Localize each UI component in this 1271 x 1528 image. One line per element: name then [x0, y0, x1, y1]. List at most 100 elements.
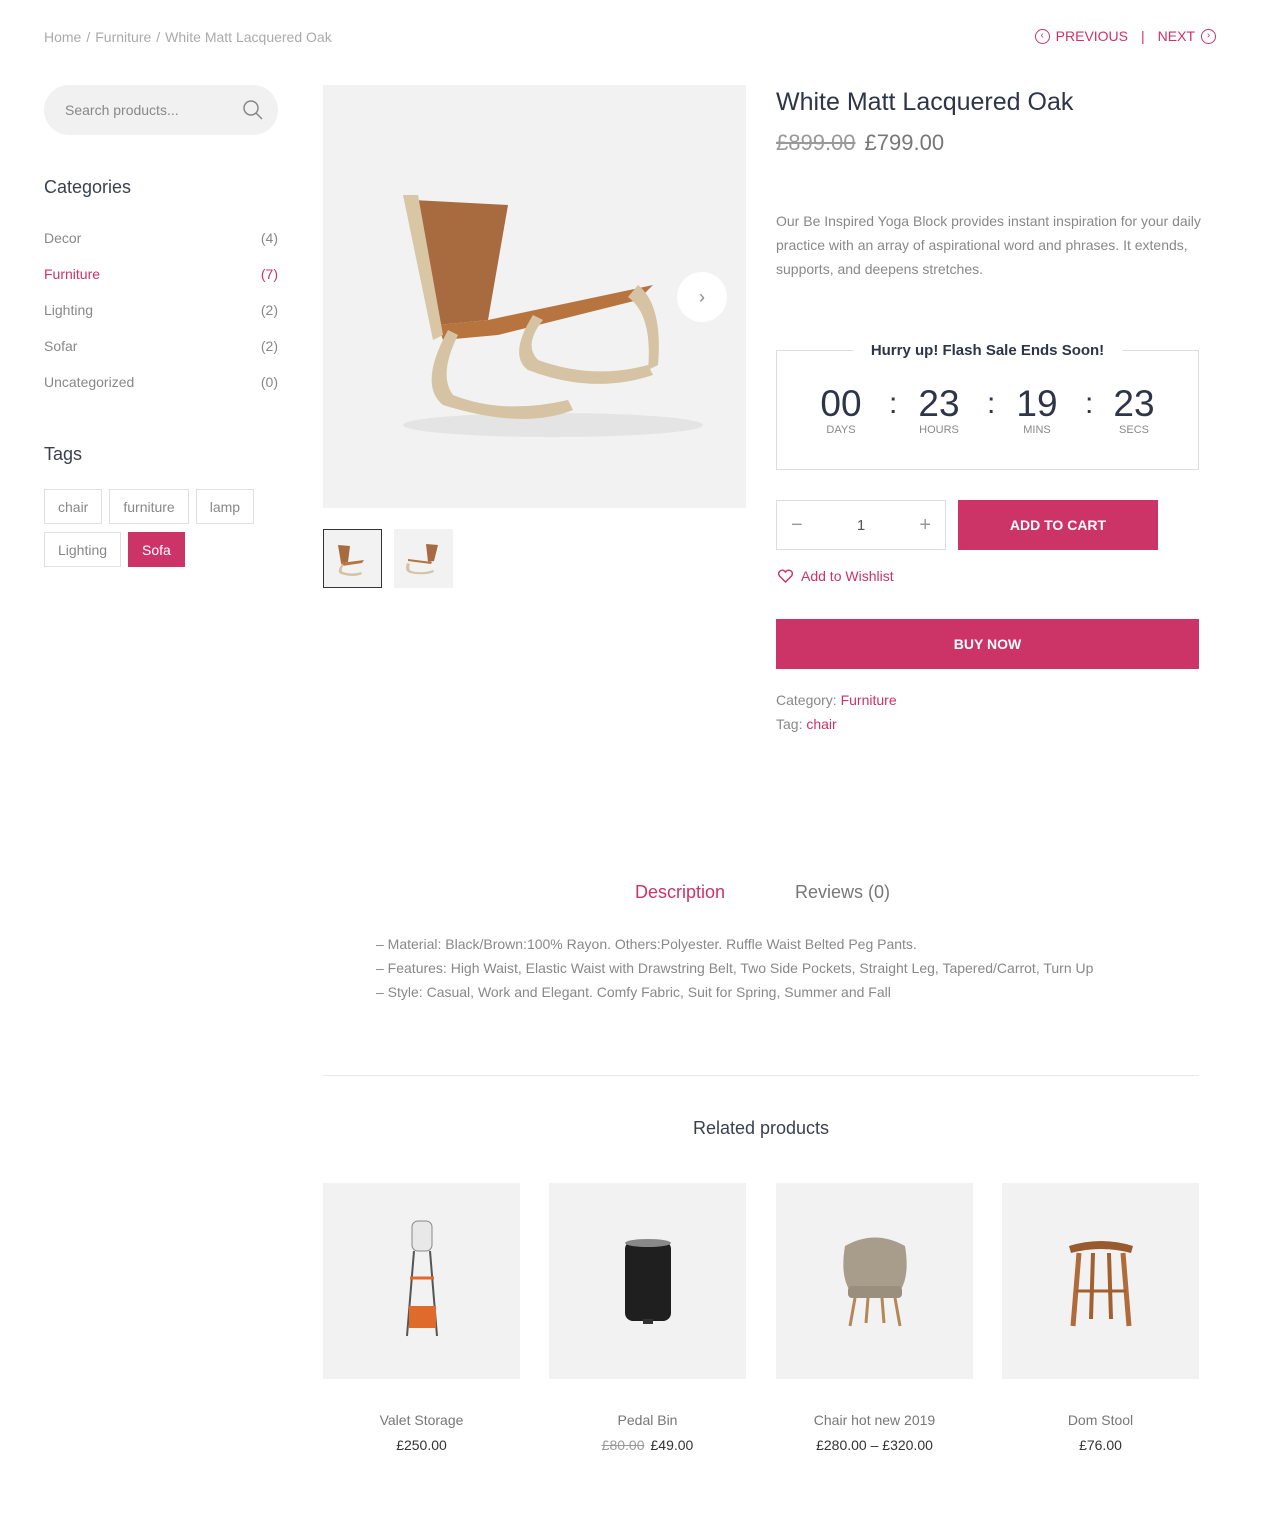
- categories-title: Categories: [44, 177, 132, 197]
- category-item-lighting[interactable]: Lighting (2): [44, 302, 278, 338]
- tag-sofa[interactable]: Sofa: [128, 532, 185, 567]
- breadcrumb-category-link[interactable]: Furniture: [95, 29, 151, 45]
- minus-icon[interactable]: −: [791, 514, 803, 537]
- category-count: (2): [260, 302, 278, 318]
- gallery-thumbnail[interactable]: [394, 529, 453, 588]
- product-tag-meta: Tag: chair: [776, 716, 837, 732]
- countdown-separator: :: [1085, 387, 1094, 420]
- tag-chair[interactable]: chair: [44, 489, 103, 524]
- rocking-chair-thumbnail-image: [338, 545, 364, 576]
- chevron-right-icon: ›: [1201, 28, 1216, 44]
- description-content: – Material: Black/Brown:100% Rayon. Othe…: [376, 932, 1093, 1004]
- product-pager: ‹ PREVIOUS | NEXT ›: [1034, 28, 1216, 44]
- buy-now-button[interactable]: BUY NOW: [776, 619, 1199, 669]
- product-title: White Matt Lacquered Oak: [776, 88, 1074, 116]
- add-to-wishlist-link[interactable]: Add to Wishlist: [778, 568, 894, 584]
- add-to-cart-button[interactable]: ADD TO CART: [958, 500, 1158, 550]
- countdown-secs: 23 SECS: [1099, 383, 1169, 437]
- mins-value: 19: [1016, 383, 1058, 424]
- category-list: Decor (4) Furniture (7) Lighting (2) Sofar (…: [44, 230, 278, 410]
- product-name[interactable]: Chair hot new 2019: [776, 1412, 973, 1428]
- category-label: Uncategorized: [44, 374, 135, 390]
- tag-meta-label: Tag:: [776, 716, 803, 732]
- tag-lamp[interactable]: lamp: [195, 489, 255, 524]
- product-thumbnail[interactable]: [549, 1183, 746, 1379]
- plus-icon[interactable]: +: [919, 514, 931, 537]
- related-product-card[interactable]: Valet Storage £250.00: [323, 1183, 520, 1453]
- tab-reviews[interactable]: Reviews (0): [795, 882, 890, 903]
- product-thumbnail[interactable]: [323, 1183, 520, 1379]
- section-divider: [323, 1075, 1199, 1076]
- mins-label: MINS: [1023, 424, 1051, 436]
- current-price: £250.00: [396, 1437, 447, 1453]
- description-line: – Material: Black/Brown:100% Rayon. Othe…: [376, 936, 917, 952]
- secs-value: 23: [1113, 383, 1155, 424]
- tag-cloud: chair furniture lamp Lighting Sofa: [44, 489, 284, 567]
- related-product-card[interactable]: Chair hot new 2019 £280.00 – £320.00: [776, 1183, 973, 1453]
- old-price: £80.00: [601, 1437, 645, 1453]
- product-thumbnail[interactable]: [1002, 1183, 1199, 1379]
- valet-storage-image: [405, 1220, 438, 1337]
- product-thumbnail[interactable]: [776, 1183, 973, 1379]
- product-price: £76.00: [1002, 1437, 1199, 1453]
- quantity-stepper: − 1 +: [776, 500, 946, 550]
- tag-meta-link[interactable]: chair: [806, 716, 836, 732]
- next-product-link[interactable]: NEXT ›: [1158, 28, 1216, 44]
- product-price: £80.00 £49.00: [549, 1437, 746, 1453]
- related-product-card[interactable]: Dom Stool £76.00: [1002, 1183, 1199, 1453]
- product-name[interactable]: Dom Stool: [1002, 1412, 1199, 1428]
- category-label: Sofar: [44, 338, 78, 354]
- current-price: £76.00: [1079, 1437, 1122, 1453]
- pedal-bin-image: [624, 1239, 671, 1324]
- countdown-days: 00 DAYS: [806, 384, 876, 437]
- product-price: £899.00 £799.00: [776, 130, 944, 156]
- category-item-decor[interactable]: Decor (4): [44, 230, 278, 266]
- heart-icon: [778, 569, 793, 583]
- tab-description[interactable]: Description: [635, 882, 725, 903]
- gallery-thumbnail[interactable]: [323, 529, 382, 588]
- days-label: DAYS: [826, 424, 856, 436]
- gallery-next-button[interactable]: ›: [677, 272, 727, 322]
- next-label: NEXT: [1157, 28, 1195, 44]
- category-item-sofar[interactable]: Sofar (2): [44, 338, 278, 374]
- category-meta-label: Category:: [776, 692, 837, 708]
- search-icon[interactable]: [242, 99, 264, 121]
- previous-product-link[interactable]: ‹ PREVIOUS: [1034, 28, 1128, 44]
- current-price: £49.00: [650, 1437, 694, 1453]
- category-label: Furniture: [44, 266, 101, 282]
- category-count: (0): [260, 374, 278, 390]
- chevron-right-icon: ›: [699, 286, 705, 307]
- product-price: £250.00: [323, 1437, 520, 1453]
- breadcrumb-separator: /: [156, 29, 161, 45]
- flash-sale-title: Hurry up! Flash Sale Ends Soon!: [852, 342, 1123, 359]
- quantity-value[interactable]: 1: [857, 517, 865, 534]
- tags-title: Tags: [44, 444, 83, 464]
- product-name[interactable]: Pedal Bin: [549, 1412, 746, 1428]
- hours-value: 23: [918, 383, 960, 424]
- category-count: (2): [260, 338, 278, 354]
- description-line: – Style: Casual, Work and Elegant. Comfy…: [376, 984, 891, 1000]
- rocking-chair-thumbnail-image: [406, 544, 438, 575]
- countdown-separator: :: [889, 387, 898, 420]
- chevron-left-icon: ‹: [1034, 28, 1050, 44]
- current-price: £280.00 – £320.00: [816, 1437, 933, 1453]
- category-item-uncategorized[interactable]: Uncategorized (0): [44, 374, 278, 410]
- product-name[interactable]: Valet Storage: [323, 1412, 520, 1428]
- related-product-card[interactable]: Pedal Bin £80.00 £49.00: [549, 1183, 746, 1453]
- countdown-mins: 19 MINS: [1002, 383, 1072, 437]
- tag-lighting[interactable]: Lighting: [44, 532, 122, 567]
- hours-label: HOURS: [919, 424, 959, 436]
- old-price: £899.00: [776, 130, 856, 155]
- tag-furniture[interactable]: furniture: [109, 489, 189, 524]
- product-category-meta: Category: Furniture: [776, 692, 897, 708]
- search-input[interactable]: Search products...: [44, 85, 278, 135]
- wishlist-label: Add to Wishlist: [801, 568, 894, 584]
- search-placeholder: Search products...: [65, 102, 179, 118]
- flash-sale-countdown: Hurry up! Flash Sale Ends Soon! 00 DAYS :…: [776, 342, 1199, 470]
- related-products-title: Related products: [692, 1118, 830, 1138]
- armchair-image: [842, 1237, 907, 1327]
- category-item-furniture[interactable]: Furniture (7): [44, 266, 278, 302]
- category-meta-link[interactable]: Furniture: [841, 692, 897, 708]
- secs-label: SECS: [1119, 424, 1149, 436]
- breadcrumb-home-link[interactable]: Home: [44, 29, 81, 45]
